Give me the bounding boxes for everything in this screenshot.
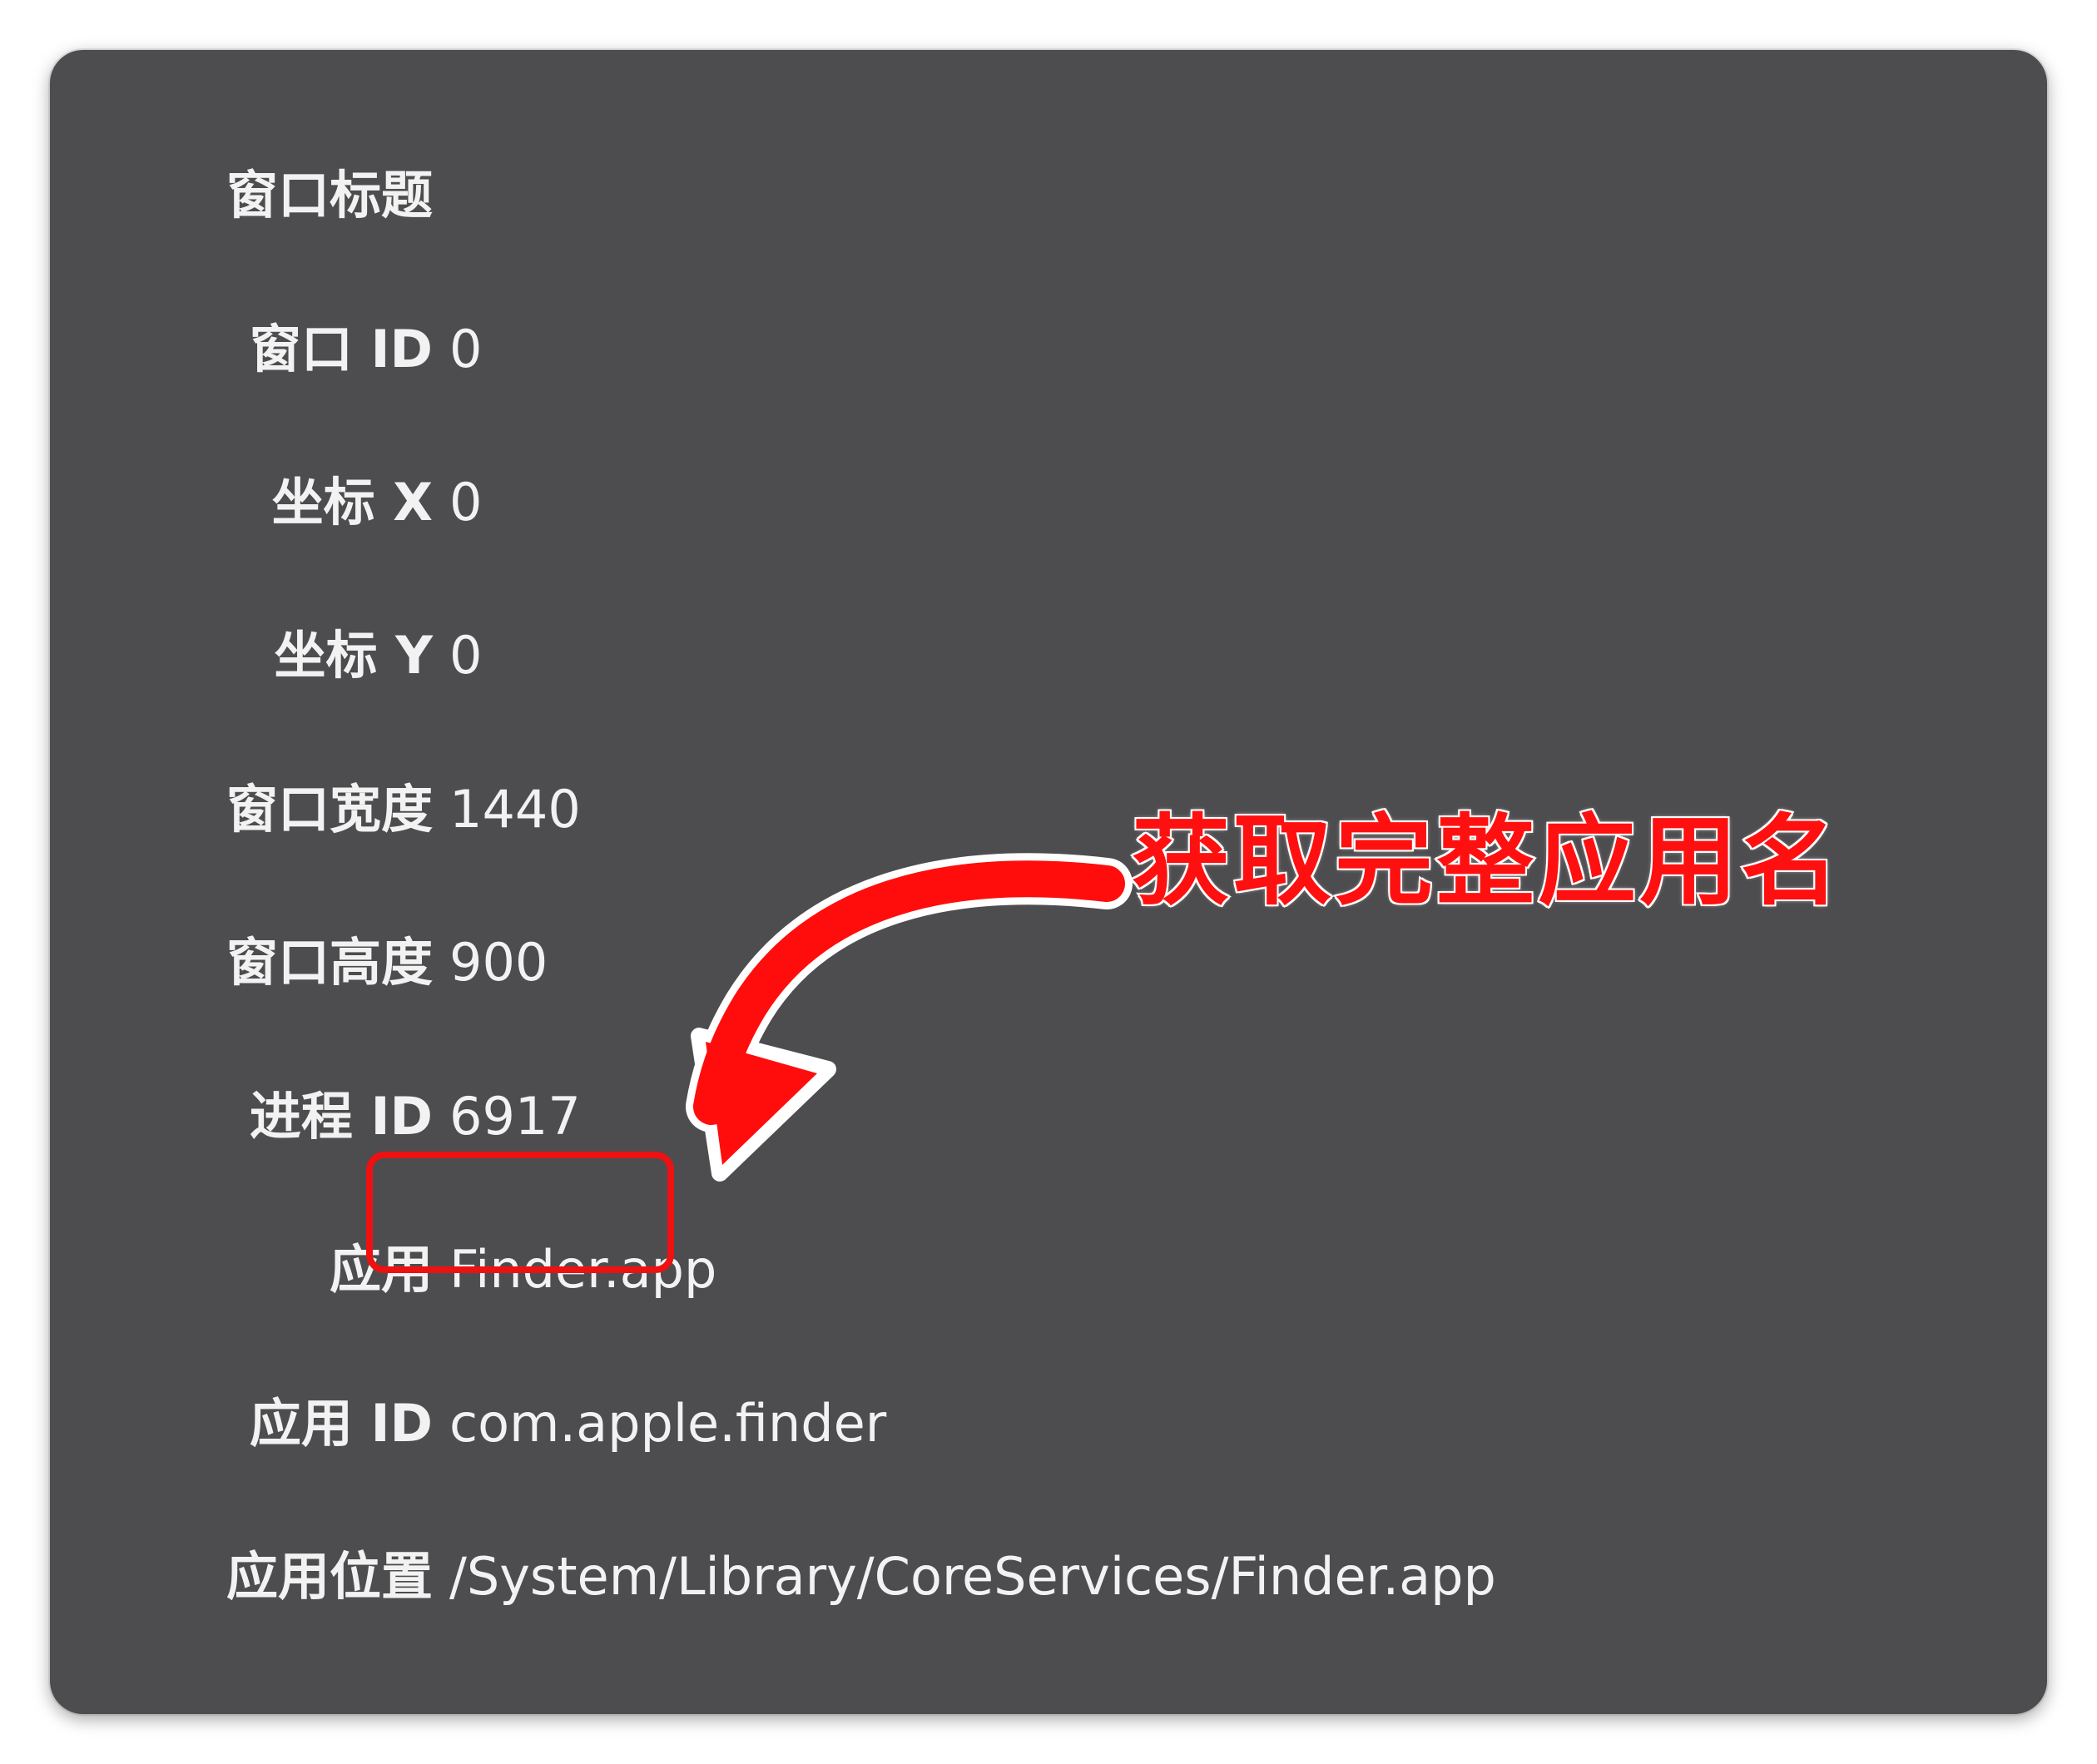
coord-y-value[interactable]: 0 — [449, 606, 482, 706]
annotation-callout: 获取完整应用名 — [1130, 802, 1843, 920]
window-height-label: 窗口高度 — [226, 932, 433, 993]
row-app-location: 应用位置 /System/Library/CoreServices/Finder… — [50, 1527, 2047, 1627]
row-process-id: 进程 ID 6917 — [50, 1067, 2047, 1167]
row-coord-y: 坐标 Y 0 — [50, 606, 2047, 706]
row-app: 应用 Finder.app — [50, 1220, 2047, 1320]
app-location-label: 应用位置 — [226, 1546, 433, 1607]
coord-x-label: 坐标 X — [271, 472, 433, 533]
row-app-id: 应用 ID com.apple.finder — [50, 1374, 2047, 1474]
window-title-label: 窗口标题 — [226, 165, 433, 225]
window-height-value[interactable]: 900 — [449, 913, 548, 1013]
window-id-label: 窗口 ID — [249, 319, 433, 379]
app-location-value[interactable]: /System/Library/CoreServices/Finder.app — [449, 1527, 1496, 1627]
coord-y-label: 坐标 Y — [274, 625, 433, 686]
coord-x-value[interactable]: 0 — [449, 453, 482, 552]
window-width-value[interactable]: 1440 — [449, 760, 581, 860]
app-id-value[interactable]: com.apple.finder — [449, 1374, 886, 1474]
window-id-value[interactable]: 0 — [449, 300, 482, 399]
app-highlight-box — [366, 1152, 674, 1273]
row-coord-x: 坐标 X 0 — [50, 453, 2047, 552]
row-window-title: 窗口标题 — [50, 146, 2047, 245]
row-window-height: 窗口高度 900 — [50, 913, 2047, 1013]
window-width-label: 窗口宽度 — [226, 779, 433, 840]
app-id-label: 应用 ID — [249, 1393, 433, 1454]
row-window-id: 窗口 ID 0 — [50, 300, 2047, 399]
